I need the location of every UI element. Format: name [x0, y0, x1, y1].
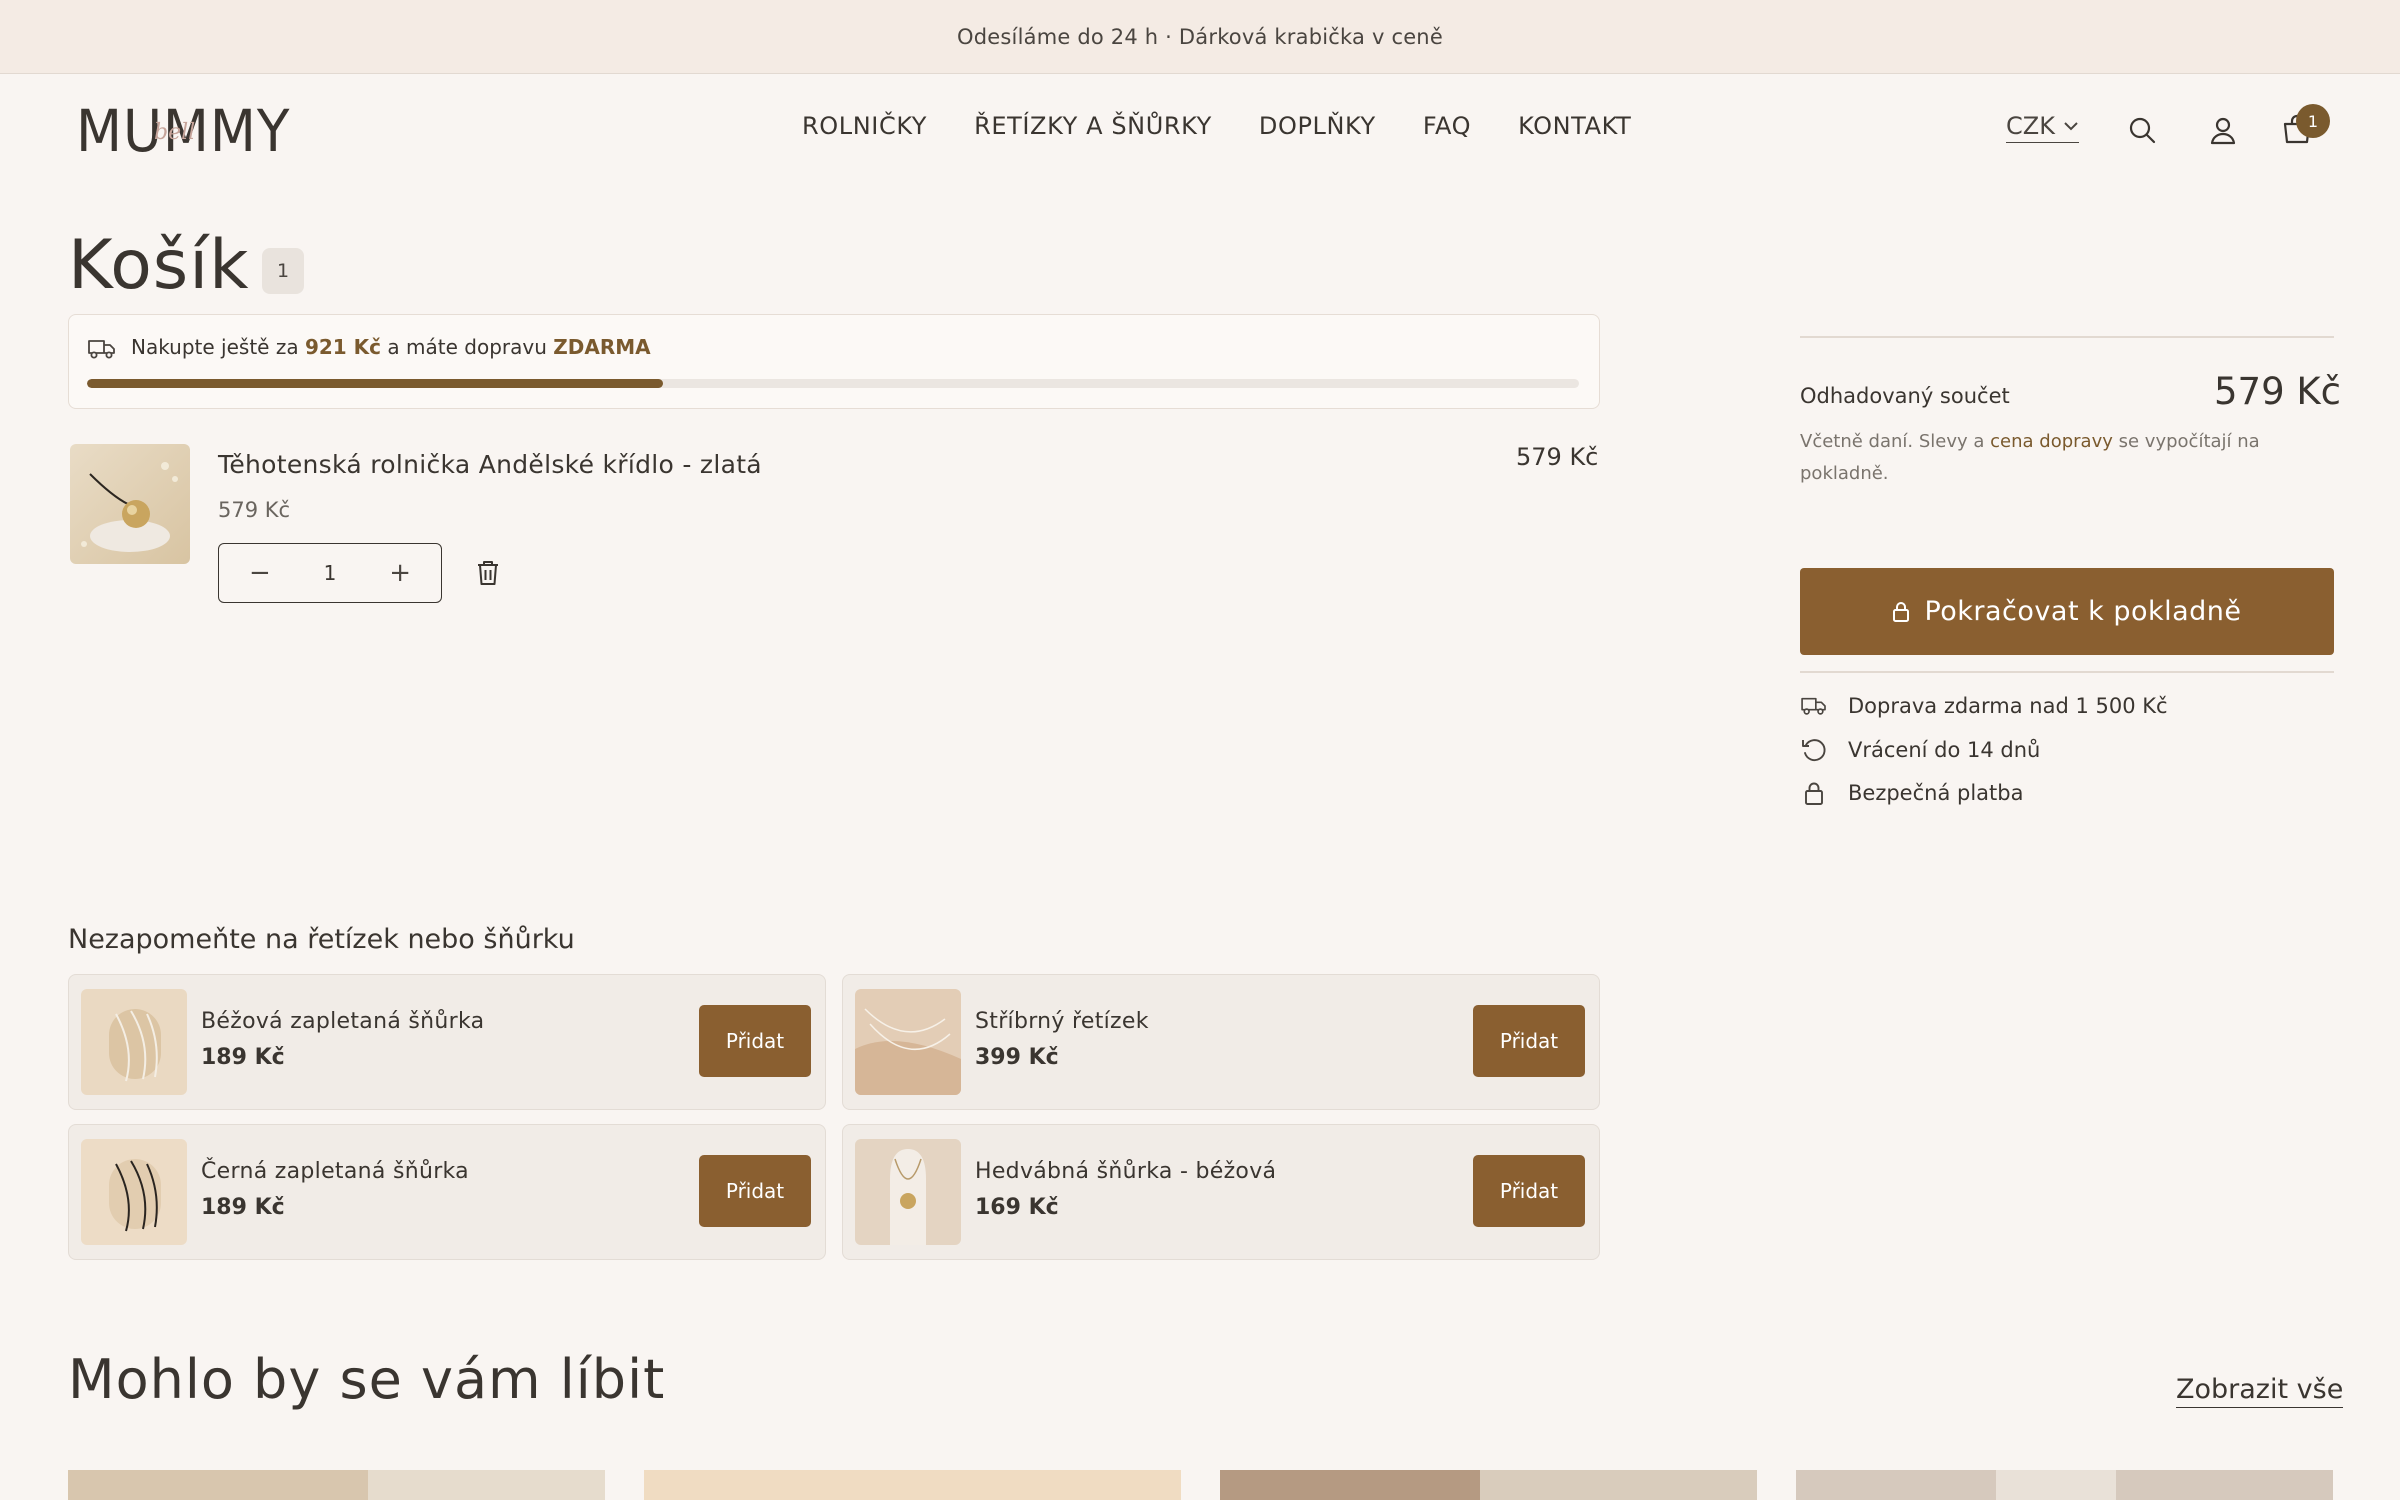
add-button[interactable]: Přidat — [1473, 1005, 1585, 1077]
trash-icon[interactable] — [474, 558, 502, 588]
search-icon[interactable] — [2126, 114, 2160, 148]
lock-icon — [1805, 782, 1823, 805]
upsell-image[interactable] — [855, 1139, 961, 1245]
upsell-image[interactable] — [81, 1139, 187, 1245]
logo-script: bell — [154, 120, 196, 145]
add-button[interactable]: Přidat — [699, 1005, 811, 1077]
estimated-total-label: Odhadovaný součet — [1800, 384, 2010, 408]
account-icon[interactable] — [2206, 114, 2240, 148]
shipping-message: Nakupte ještě za 921 Kč a máte dopravu Z… — [131, 335, 651, 359]
checkout-label: Pokračovat k pokladně — [1924, 596, 2242, 627]
upsell-name[interactable]: Béžová zapletaná šňůrka — [201, 1009, 484, 1034]
cart-item-count: 1 — [262, 248, 304, 294]
shipping-cost-link[interactable]: cena dopravy — [1990, 431, 2113, 452]
announcement-text: Odesíláme do 24 h · Dárková krabička v c… — [957, 24, 1443, 49]
upsell-image[interactable] — [855, 989, 961, 1095]
add-button[interactable]: Přidat — [699, 1155, 811, 1227]
cart-item-unit-price: 579 Kč — [218, 498, 291, 522]
summary-divider — [1800, 336, 2334, 338]
tax-note: Včetně daní. Slevy a cena dopravy se vyp… — [1800, 431, 2260, 484]
decrease-quantity-button[interactable]: − — [249, 558, 271, 588]
return-icon — [1802, 739, 1826, 762]
perk-secure-payment: Bezpečná platba — [1800, 780, 2023, 806]
nav-item-faq[interactable]: FAQ — [1423, 112, 1471, 140]
upsell-name[interactable]: Stříbrný řetízek — [975, 1009, 1149, 1034]
perk-returns: Vrácení do 14 dnů — [1800, 737, 2040, 763]
cart-item-total: 579 Kč — [1516, 443, 1599, 471]
checkout-button[interactable]: Pokračovat k pokladně — [1800, 568, 2334, 655]
add-button[interactable]: Přidat — [1473, 1155, 1585, 1227]
upsell-card: Béžová zapletaná šňůrka 189 Kč Přidat — [68, 974, 826, 1110]
perk-free-shipping: Doprava zdarma nad 1 500 Kč — [1800, 694, 2168, 718]
truck-icon — [88, 340, 115, 359]
upsell-image[interactable] — [81, 989, 187, 1095]
page-title: Košík — [68, 226, 250, 305]
announcement-bar: Odesíláme do 24 h · Dárková krabička v c… — [0, 0, 2400, 74]
upsell-price: 189 Kč — [201, 1045, 285, 1070]
nav-item-retizky[interactable]: ŘETÍZKY A ŠŇŮRKY — [974, 112, 1212, 140]
view-all-link[interactable]: Zobrazit vše — [2176, 1374, 2344, 1408]
quantity-value[interactable]: 1 — [324, 561, 337, 585]
nav-item-doplnky[interactable]: DOPLŇKY — [1259, 112, 1376, 140]
nav-item-kontakt[interactable]: KONTAKT — [1518, 112, 1631, 140]
shipping-remaining-amount: 921 Kč — [304, 335, 382, 359]
product-card-image[interactable] — [68, 1470, 605, 1500]
upsell-card: Černá zapletaná šňůrka 189 Kč Přidat — [68, 1124, 826, 1260]
progress-fill — [87, 379, 663, 388]
estimated-total-value: 579 Kč — [2214, 370, 2341, 413]
lock-icon — [1893, 601, 1910, 622]
currency-label: CZK — [2006, 112, 2055, 140]
upsell-price: 189 Kč — [201, 1195, 285, 1220]
currency-selector[interactable]: CZK — [2006, 112, 2079, 143]
product-card-image[interactable] — [1796, 1470, 2333, 1500]
upsell-title: Nezapomeňte na řetízek nebo šňůrku — [68, 924, 575, 955]
increase-quantity-button[interactable]: + — [389, 558, 411, 588]
logo[interactable]: MUMMY bell — [76, 100, 289, 162]
nav-item-rolnicky[interactable]: ROLNIČKY — [802, 112, 927, 140]
summary-divider-2 — [1800, 671, 2334, 673]
truck-icon — [1801, 697, 1826, 715]
free-shipping-progress: Nakupte ještě za 921 Kč a máte dopravu Z… — [68, 314, 1600, 409]
chevron-down-icon — [2064, 122, 2078, 131]
upsell-card: Stříbrný řetízek 399 Kč Přidat — [842, 974, 1600, 1110]
upsell-name[interactable]: Černá zapletaná šňůrka — [201, 1159, 469, 1184]
progress-track — [87, 379, 1579, 388]
quantity-stepper: − 1 + — [218, 543, 442, 603]
recommendations-title: Mohlo by se vám líbit — [68, 1348, 666, 1411]
upsell-card: Hedvábná šňůrka - béžová 169 Kč Přidat — [842, 1124, 1600, 1260]
product-card-image[interactable] — [644, 1470, 1181, 1500]
main-nav: ROLNIČKY ŘETÍZKY A ŠŇŮRKY DOPLŇKY FAQ KO… — [802, 112, 1631, 140]
cart-count-badge: 1 — [2296, 104, 2330, 138]
upsell-name[interactable]: Hedvábná šňůrka - béžová — [975, 1159, 1276, 1184]
cart-item-name[interactable]: Těhotenská rolnička Andělské křídlo - zl… — [218, 450, 762, 479]
cart-item-image[interactable] — [70, 444, 190, 564]
upsell-price: 169 Kč — [975, 1195, 1059, 1220]
upsell-price: 399 Kč — [975, 1045, 1059, 1070]
product-card-image[interactable] — [1220, 1470, 1757, 1500]
shipping-free-label: ZDARMA — [553, 335, 651, 359]
